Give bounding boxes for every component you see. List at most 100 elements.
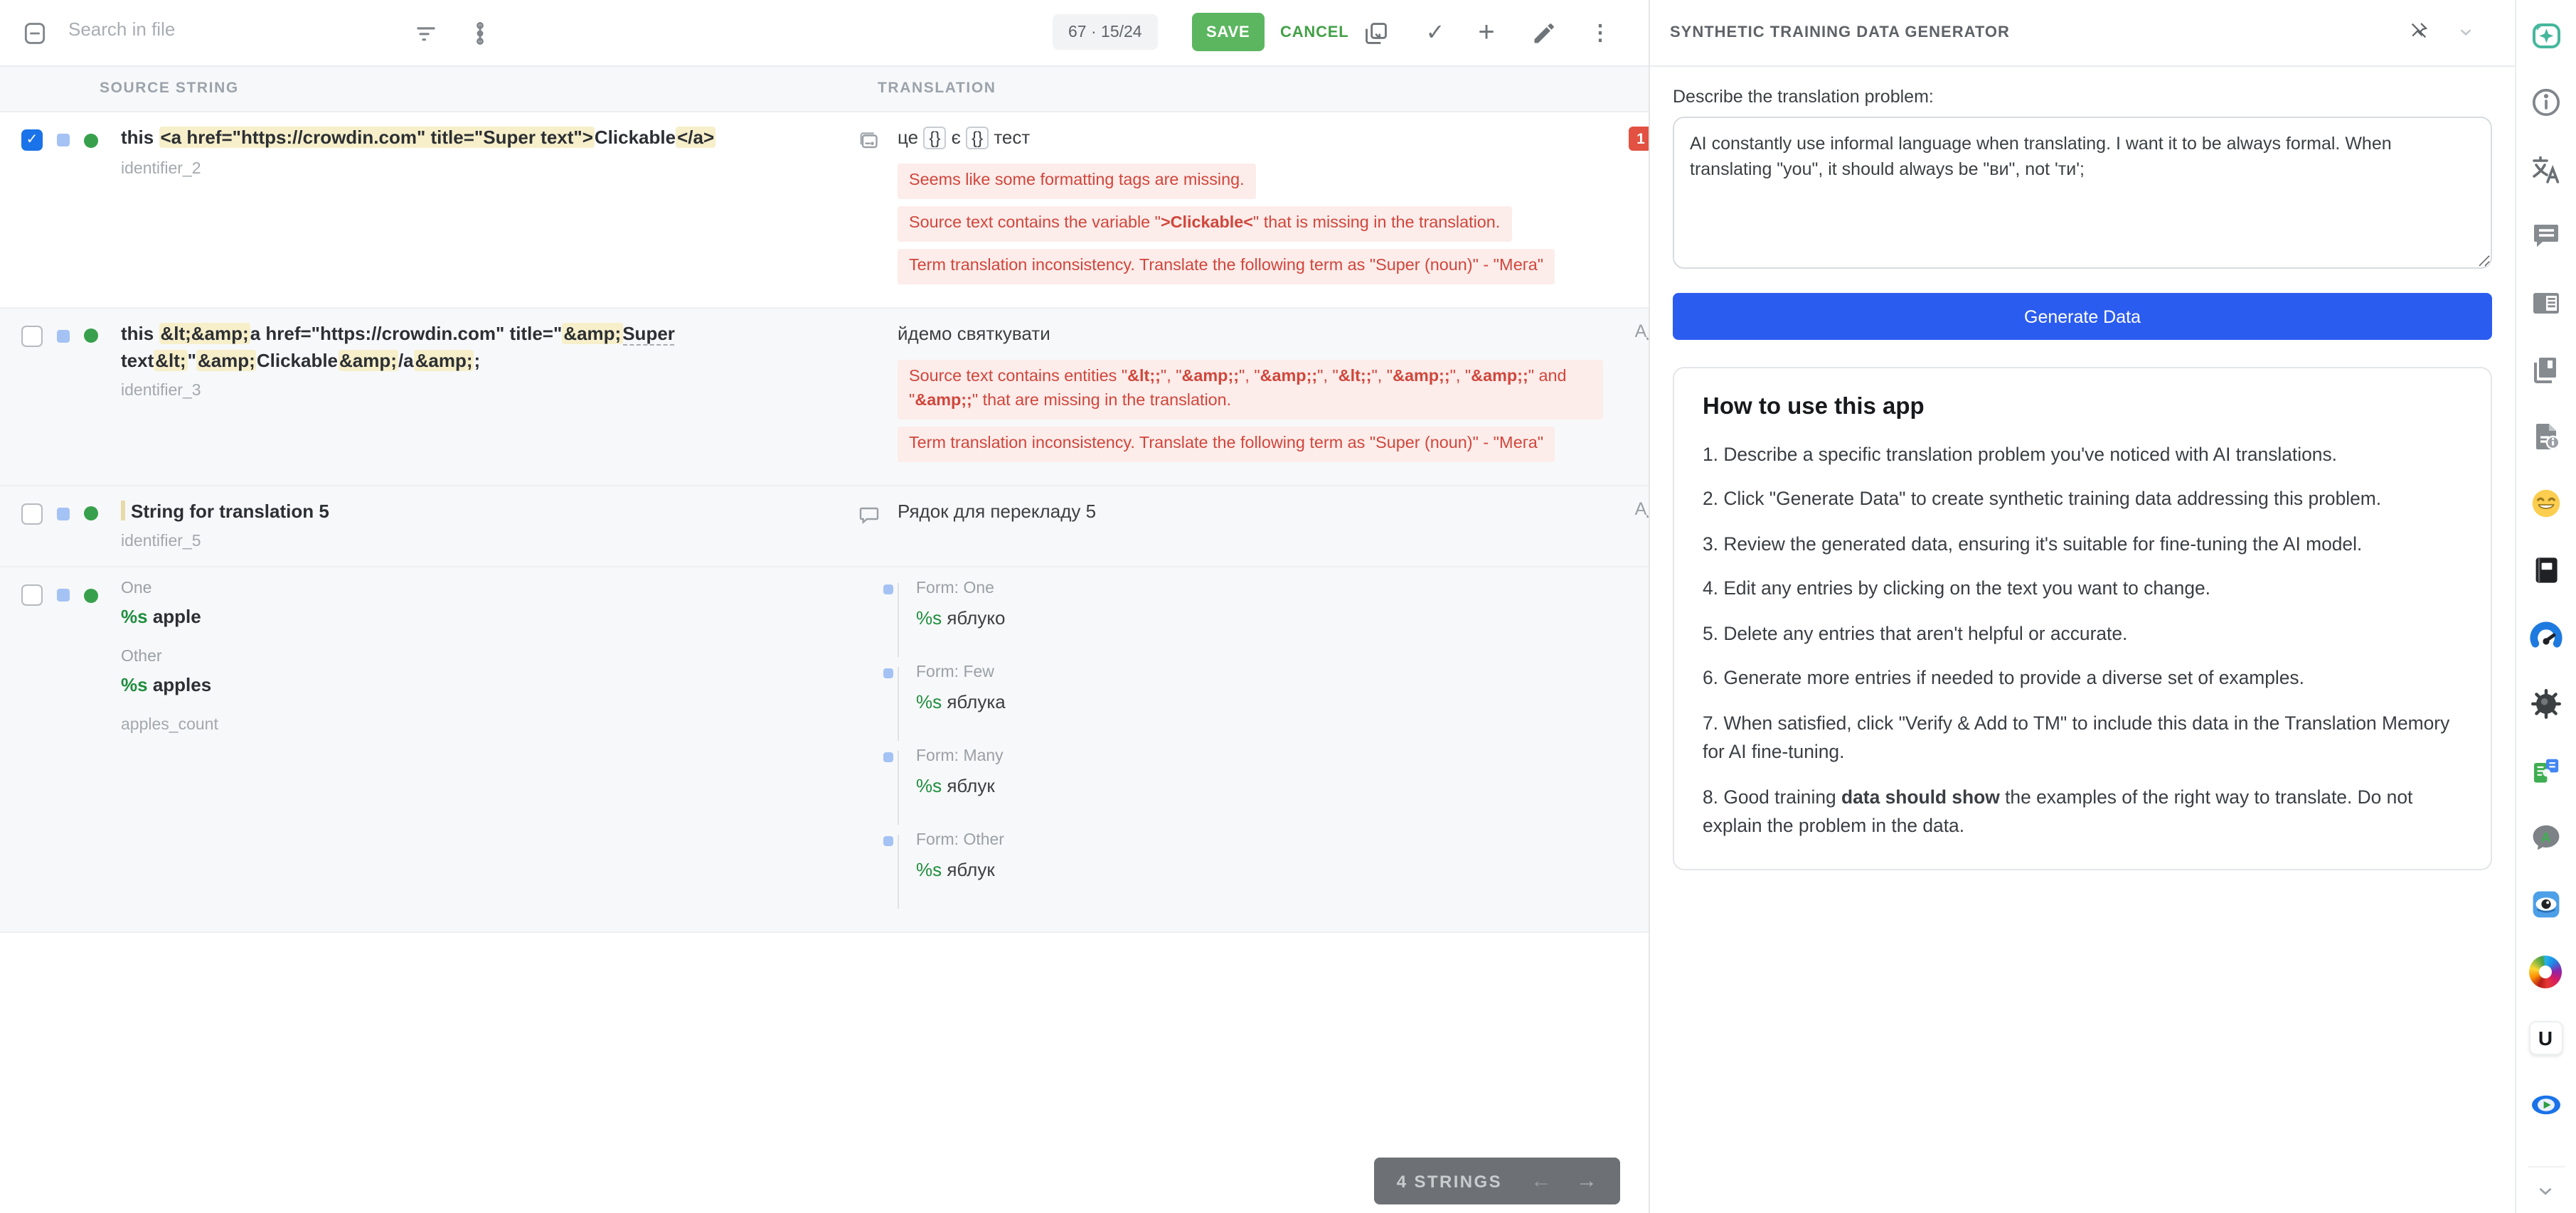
color-wheel-shape: [2529, 955, 2562, 988]
howto-steps: 1. Describe a specific translation probl…: [1703, 441, 2462, 841]
unpin-icon[interactable]: [2408, 20, 2429, 48]
row-checkbox[interactable]: ✓: [21, 129, 43, 151]
translation-cell[interactable]: Form: One%s яблукоA✓Form: Few%s яблукаA✓…: [898, 581, 1606, 917]
translation-form-block[interactable]: Form: Other%s яблукA✓: [898, 833, 1606, 892]
error-count-badge[interactable]: 1: [1629, 127, 1649, 151]
string-row[interactable]: One%s appleOther%s applesapples_count For…: [0, 568, 1649, 934]
text-segment: тест: [989, 127, 1030, 148]
status-translated-icon: [84, 133, 98, 147]
text-segment: " that are missing in the translation.: [972, 390, 1231, 409]
text-segment: &amp;;: [1471, 366, 1528, 385]
list-column-header: SOURCE STRING TRANSLATION: [0, 67, 1649, 112]
chat-a-icon[interactable]: A: [2528, 821, 2562, 855]
text-segment: this: [121, 323, 159, 344]
notebook-icon[interactable]: [2528, 553, 2562, 587]
cancel-button[interactable]: CANCEL: [1272, 13, 1357, 51]
add-string-icon[interactable]: +: [1471, 17, 1502, 48]
spellcheck-icon[interactable]: A✓: [1635, 498, 1647, 518]
column-translation: TRANSLATION: [878, 80, 996, 97]
panel-chevron-down-icon[interactable]: [2457, 23, 2475, 48]
emoji-smile-icon[interactable]: [2528, 486, 2562, 520]
text-segment: Clickable: [595, 127, 676, 148]
row-checkbox[interactable]: [21, 585, 43, 606]
text-segment: Super: [622, 323, 675, 346]
side-panel-icon[interactable]: [2528, 286, 2562, 320]
approve-icon[interactable]: ✓: [1420, 17, 1451, 48]
translation-form-block[interactable]: Form: One%s яблукоA✓: [898, 581, 1606, 641]
text-segment: Term translation inconsistency. Translat…: [909, 256, 1543, 274]
source-cell[interactable]: this <a href="https://crowdin.com" title…: [121, 125, 841, 292]
translation-text: це {} є {} тест: [898, 125, 1606, 152]
ai-generator-icon[interactable]: [2528, 18, 2562, 53]
next-page-icon[interactable]: →: [1576, 1169, 1597, 1193]
rail-collapse-icon[interactable]: [2527, 1166, 2564, 1202]
search-input[interactable]: [65, 17, 370, 41]
describe-label: Describe the translation problem:: [1673, 87, 2492, 107]
howto-step: 3. Review the generated data, ensuring i…: [1703, 530, 2462, 560]
edit-icon[interactable]: [1528, 17, 1559, 48]
screenshot-icon[interactable]: [841, 125, 898, 292]
file-info-icon[interactable]: [2528, 420, 2562, 454]
strings-count: 4 STRINGS: [1397, 1171, 1502, 1191]
string-counter: 67 · 15/24: [1053, 14, 1158, 50]
prev-page-icon[interactable]: ←: [1531, 1169, 1552, 1193]
comment-icon[interactable]: [841, 498, 898, 551]
display-settings-icon[interactable]: [464, 17, 495, 48]
string-row[interactable]: this &lt;&amp;a href="https://crowdin.co…: [0, 309, 1649, 486]
library-icon[interactable]: [2528, 353, 2562, 387]
source-cell[interactable]: String for translation 5identifier_5: [121, 498, 841, 551]
row-checkbox[interactable]: [21, 503, 43, 524]
puzzle-icon[interactable]: [2528, 754, 2562, 788]
translation-form-block[interactable]: Form: Many%s яблукA✓: [898, 749, 1606, 808]
row-right-slot: 1: [1606, 125, 1649, 292]
form-label: Form: One: [916, 581, 1606, 598]
text-segment: Term translation inconsistency. Translat…: [909, 433, 1543, 451]
source-cell[interactable]: One%s appleOther%s applesapples_count: [121, 581, 841, 917]
app-letter-tile: U: [2528, 1021, 2562, 1055]
translation-form-block[interactable]: Form: Few%s яблукаA✓: [898, 665, 1606, 725]
text-segment: Source text contains entities ": [909, 366, 1127, 385]
form-value: %s яблуко: [916, 608, 1606, 629]
translation-cell[interactable]: Рядок для перекладу 5: [898, 498, 1606, 551]
comments-icon[interactable]: [2528, 219, 2562, 253]
translation-cell[interactable]: йдемо святкувати Source text contains ent…: [898, 321, 1606, 469]
copy-source-icon[interactable]: [1360, 17, 1391, 48]
collapse-strings-icon[interactable]: [18, 17, 50, 48]
text-segment: є: [946, 127, 966, 148]
problem-textarea[interactable]: AI constantly use informal language when…: [1673, 117, 2492, 269]
text-segment: &amp;: [338, 349, 398, 370]
text-segment: &lt;: [154, 349, 187, 370]
spellcheck-icon[interactable]: A✓: [1635, 321, 1647, 341]
translate-icon[interactable]: [2528, 152, 2562, 186]
qa-error: Term translation inconsistency. Translat…: [898, 249, 1555, 284]
save-button[interactable]: SAVE: [1192, 13, 1265, 51]
generate-data-button[interactable]: Generate Data: [1673, 293, 2492, 340]
row-gutter: ✓: [0, 125, 121, 292]
editor-main: 67 · 15/24 SAVE CANCEL ✓ + ⋮ SOURCE STRI…: [0, 0, 1649, 1213]
string-row[interactable]: ✓ this <a href="https://crowdin.com" titl…: [0, 112, 1649, 309]
string-row[interactable]: String for translation 5identifier_5 Рядо…: [0, 486, 1649, 568]
status-square-icon: [57, 134, 70, 146]
text-segment: %s: [916, 860, 942, 881]
more-menu-icon[interactable]: ⋮: [1585, 17, 1616, 48]
eye-play-icon[interactable]: [2528, 1088, 2562, 1122]
row-checkbox[interactable]: [21, 326, 43, 347]
gear-icon[interactable]: [2528, 687, 2562, 721]
color-wheel-icon[interactable]: [2528, 954, 2562, 988]
text-segment: 2. Click "Generate Data" to create synth…: [1703, 488, 2381, 510]
plural-form-label: One: [121, 581, 832, 598]
eye-app-icon[interactable]: [2528, 887, 2562, 921]
text-segment: &amp;: [196, 349, 257, 370]
filter-icon[interactable]: [410, 17, 441, 48]
gauge-icon[interactable]: [2528, 620, 2562, 654]
text-segment: ": [188, 349, 196, 370]
text-segment: </a>: [676, 127, 715, 148]
text-segment: йдемо святкувати: [898, 323, 1050, 344]
source-cell[interactable]: this &lt;&amp;a href="https://crowdin.co…: [121, 321, 841, 469]
text-segment: 4. Edit any entries by clicking on the t…: [1703, 578, 2210, 599]
info-icon[interactable]: [2528, 85, 2562, 119]
app-u-icon[interactable]: U: [2528, 1021, 2562, 1055]
text-segment: &amp;;: [1393, 366, 1450, 385]
text-segment: 5. Delete any entries that aren't helpfu…: [1703, 623, 2127, 644]
translation-cell[interactable]: це {} є {} тестSeems like some formattin…: [898, 125, 1606, 292]
